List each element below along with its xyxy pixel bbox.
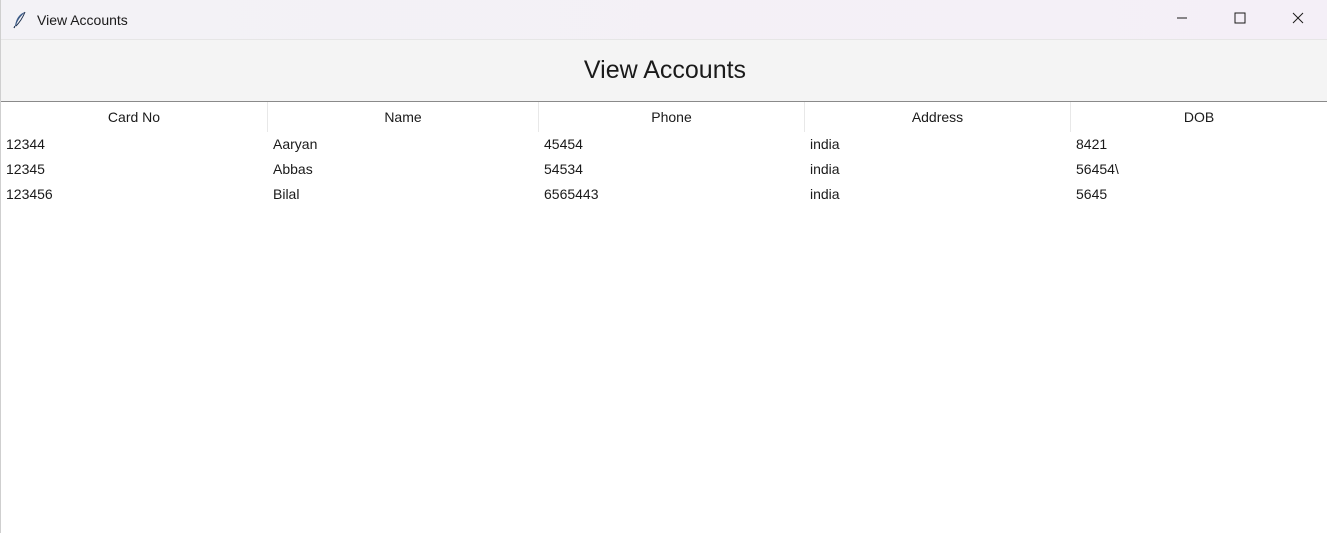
close-button[interactable] — [1269, 0, 1327, 39]
page-title: View Accounts — [583, 56, 747, 84]
cell-phone: 45454 — [544, 136, 583, 152]
column-header-dob[interactable]: DOB — [1071, 102, 1327, 132]
title-bar[interactable]: View Accounts — [1, 0, 1327, 39]
cell-name: Aaryan — [273, 136, 318, 152]
table-row[interactable]: 12345 Abbas 54534 india 56454\ — [1, 157, 1327, 182]
cell-card-no: 12345 — [6, 161, 45, 177]
cell-address: india — [810, 161, 840, 177]
minimize-icon — [1176, 11, 1188, 29]
table-header: Card No Name Phone Address DOB — [1, 102, 1327, 132]
maximize-button[interactable] — [1211, 0, 1269, 39]
feather-icon — [12, 11, 28, 29]
accounts-table[interactable]: Card No Name Phone Address DOB 12344 Aar… — [1, 101, 1327, 533]
cell-name: Bilal — [273, 186, 300, 202]
cell-name: Abbas — [273, 161, 313, 177]
cell-card-no: 12344 — [6, 136, 45, 152]
cell-address: india — [810, 136, 840, 152]
column-header-address[interactable]: Address — [805, 102, 1071, 132]
cell-dob: 8421 — [1076, 136, 1108, 152]
cell-phone: 6565443 — [544, 186, 599, 202]
table-row[interactable]: 123456 Bilal 6565443 india 5645 — [1, 182, 1327, 207]
page-header: View Accounts — [1, 39, 1327, 101]
cell-phone: 54534 — [544, 161, 583, 177]
cell-card-no: 123456 — [6, 186, 53, 202]
minimize-button[interactable] — [1153, 0, 1211, 39]
maximize-icon — [1234, 11, 1246, 29]
cell-dob: 56454\ — [1076, 161, 1119, 177]
window-controls — [1153, 0, 1327, 39]
column-header-phone[interactable]: Phone — [539, 102, 805, 132]
cell-address: india — [810, 186, 840, 202]
app-window: View Accounts View Accounts Card No Name… — [0, 0, 1327, 533]
table-row[interactable]: 12344 Aaryan 45454 india 8421 — [1, 132, 1327, 157]
close-icon — [1292, 11, 1304, 29]
window-title: View Accounts — [37, 11, 128, 28]
column-header-name[interactable]: Name — [268, 102, 539, 132]
column-header-card-no[interactable]: Card No — [1, 102, 268, 132]
cell-dob: 5645 — [1076, 186, 1108, 202]
